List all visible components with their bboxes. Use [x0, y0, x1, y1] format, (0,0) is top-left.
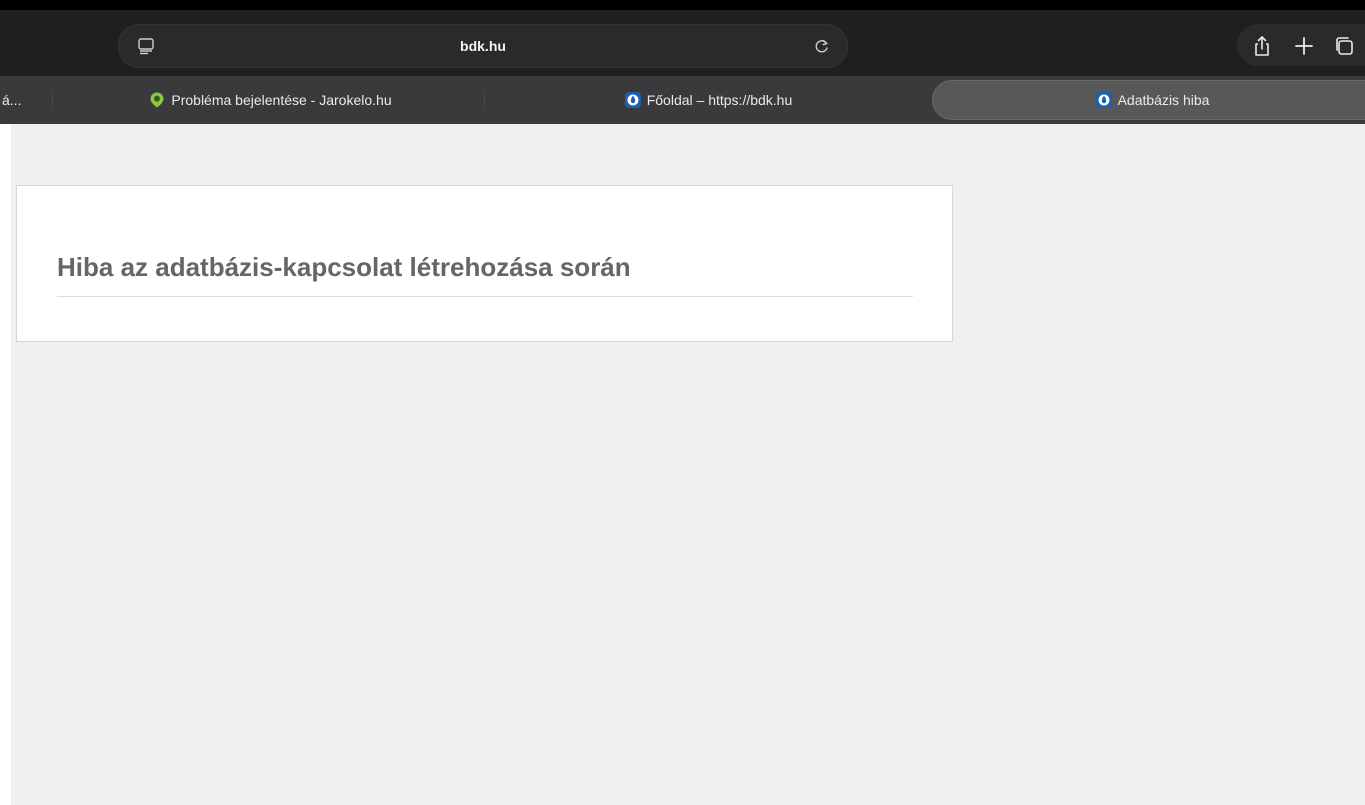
tab-bar: á... Probléma bejelentése - Jarokelo.hu … [0, 76, 1365, 124]
tab-jarokelo[interactable]: Probléma bejelentése - Jarokelo.hu [60, 80, 480, 120]
address-bar[interactable]: bdk.hu [118, 24, 848, 68]
window-top-edge [0, 0, 1365, 10]
browser-toolbar: bdk.hu á... Probléma bejelentése - Jarok… [0, 0, 1365, 124]
tab-separator [52, 90, 53, 110]
reload-icon[interactable] [813, 37, 831, 55]
bdk-favicon-icon [624, 92, 641, 109]
tab-adatbazis-hiba-label: Adatbázis hiba [1117, 92, 1210, 108]
address-url[interactable]: bdk.hu [119, 25, 847, 67]
tab-bdk-home-content: Főoldal – https://bdk.hu [492, 80, 924, 120]
new-tab-icon[interactable] [1293, 35, 1315, 57]
heading-divider [57, 296, 913, 297]
tab-adatbazis-hiba-content: Adatbázis hiba [932, 80, 1365, 120]
error-heading: Hiba az adatbázis-kapcsolat létrehozása … [57, 252, 631, 282]
tab-separator [484, 90, 485, 110]
toolbar-actions [1237, 24, 1365, 66]
share-icon[interactable] [1251, 35, 1273, 57]
jarokelo-favicon-icon [150, 92, 164, 108]
tab-truncated[interactable]: á... [0, 80, 44, 120]
tab-overview-icon[interactable] [1333, 35, 1355, 57]
tab-bdk-home-label: Főoldal – https://bdk.hu [646, 92, 793, 108]
tab-bdk-home[interactable]: Főoldal – https://bdk.hu [492, 80, 924, 120]
error-card: Hiba az adatbázis-kapcsolat létrehozása … [16, 185, 953, 342]
tab-adatbazis-hiba[interactable]: Adatbázis hiba [932, 80, 1365, 120]
tab-jarokelo-label: Probléma bejelentése - Jarokelo.hu [171, 92, 392, 108]
address-toolbar: bdk.hu [0, 10, 1365, 76]
tab-jarokelo-content: Probléma bejelentése - Jarokelo.hu [60, 80, 480, 120]
tab-truncated-label: á... [2, 92, 22, 108]
bdk-favicon-icon [1095, 92, 1112, 109]
